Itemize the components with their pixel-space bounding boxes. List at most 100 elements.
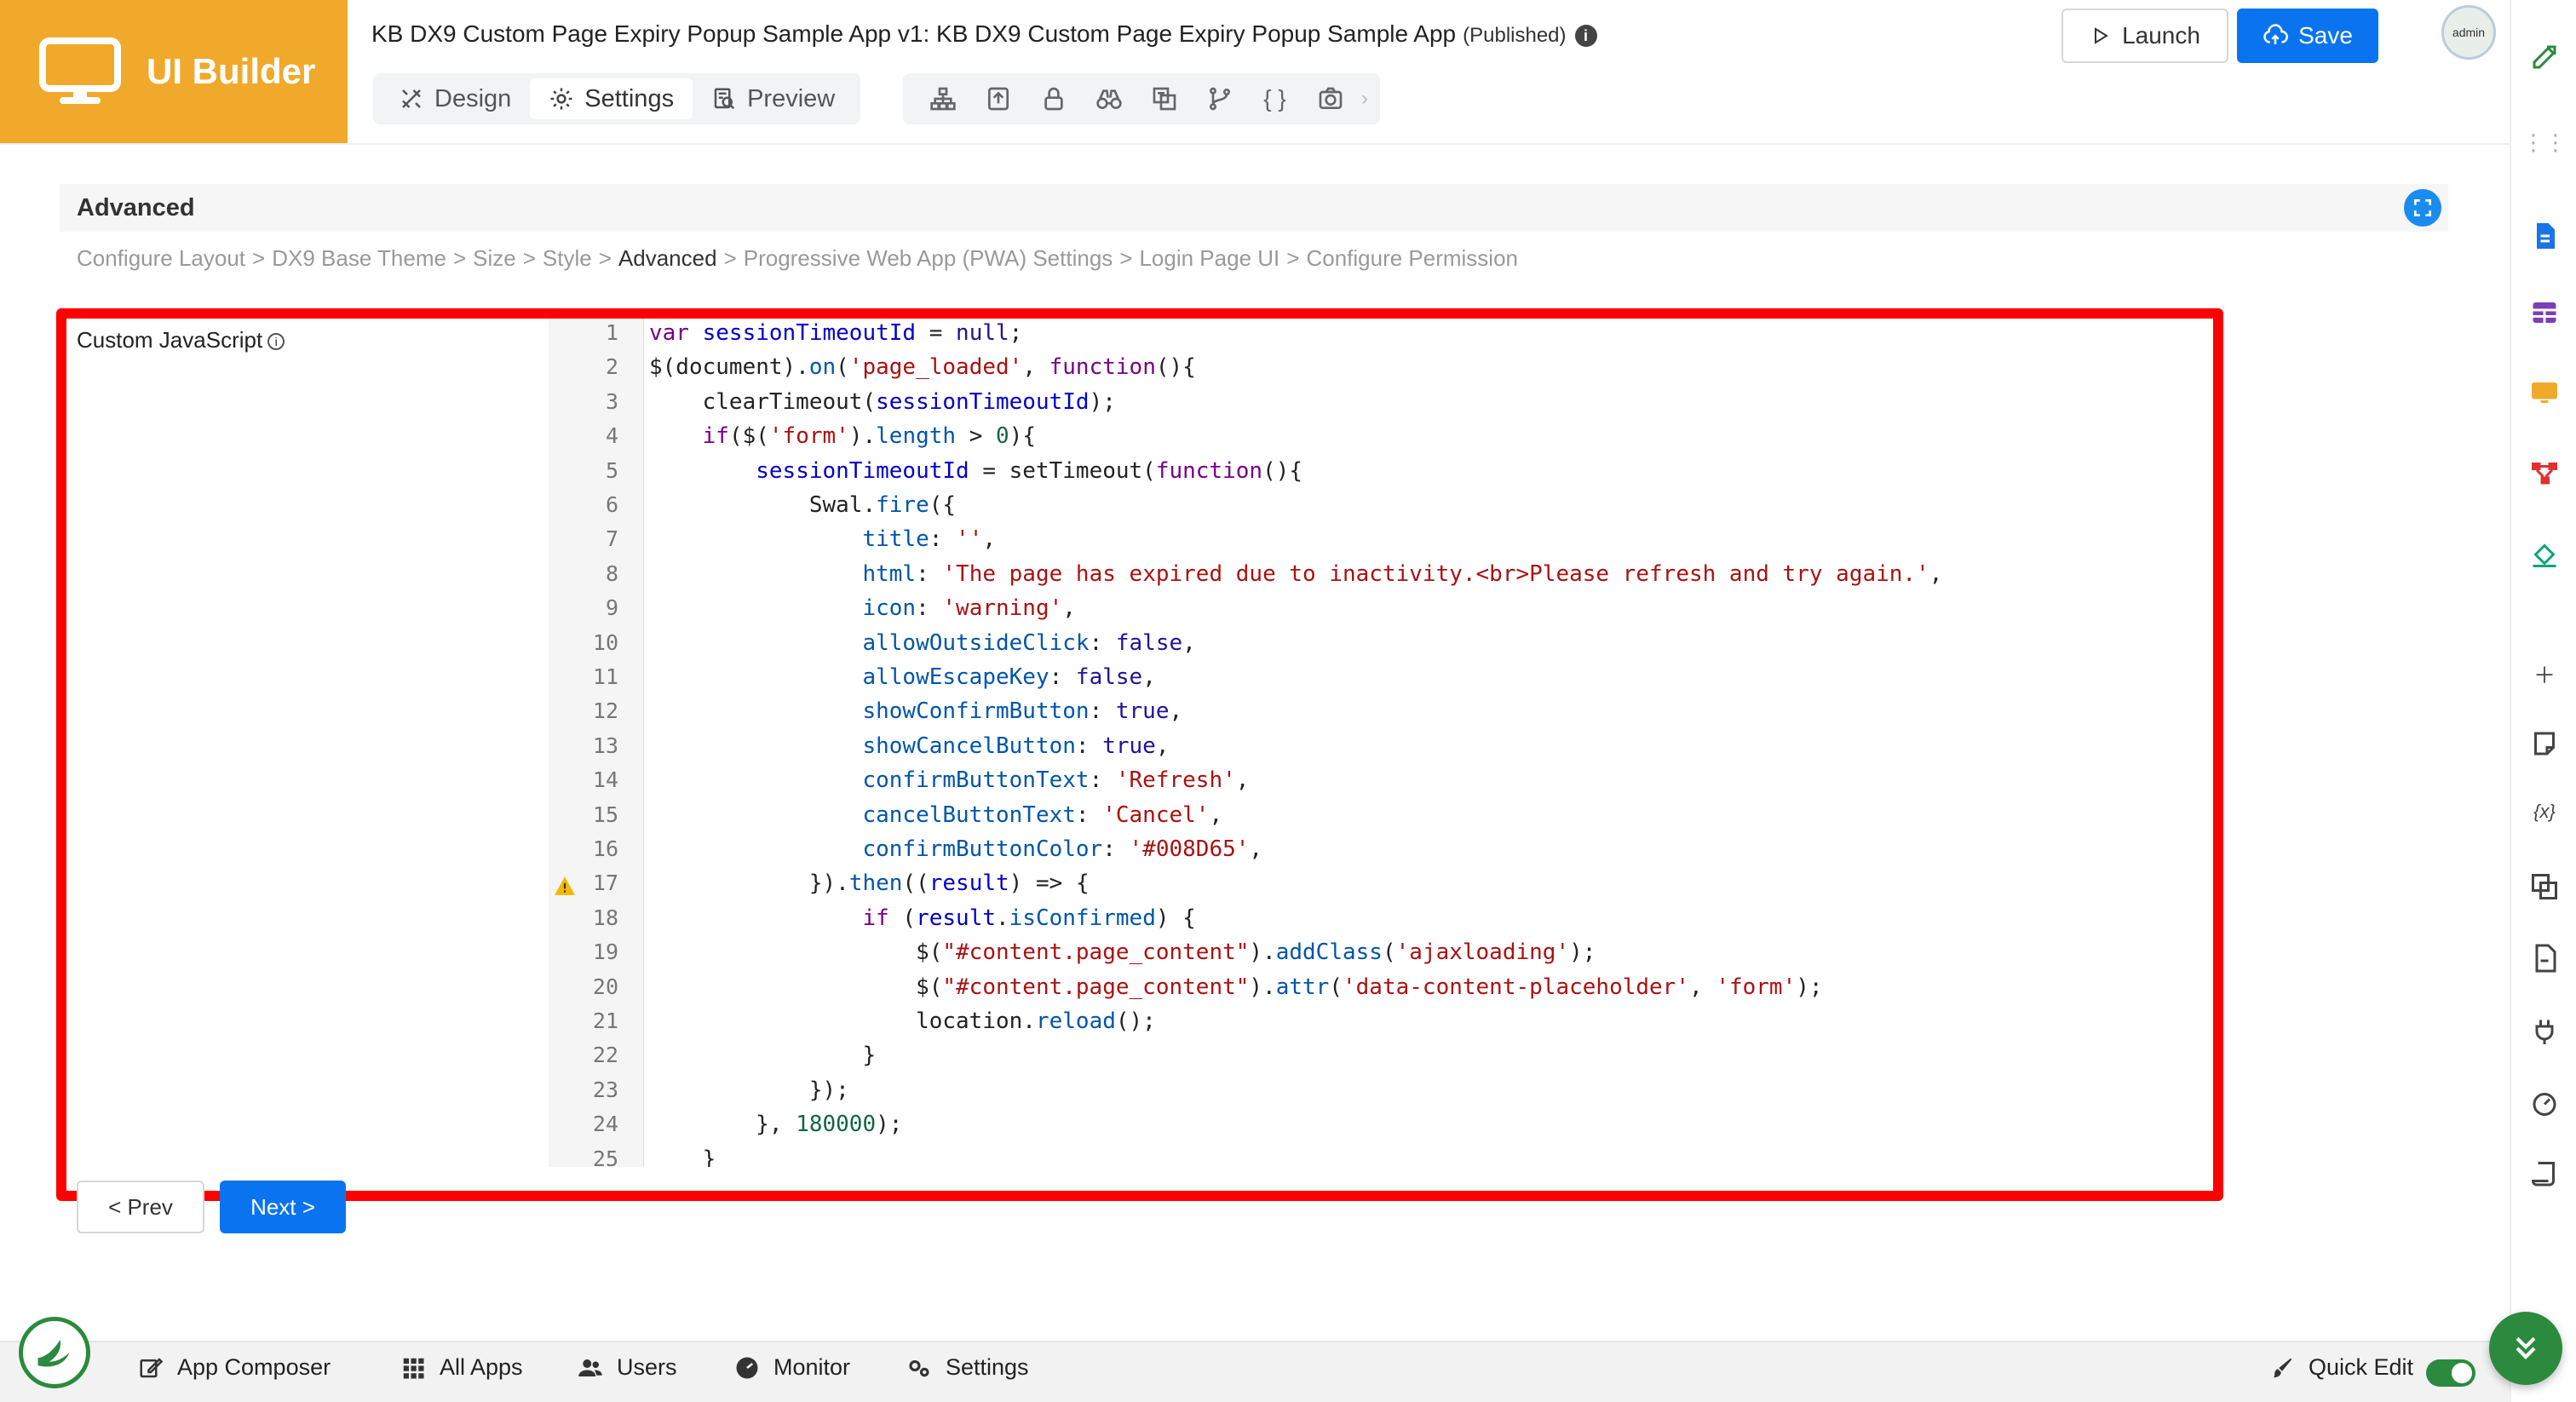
- bottom-nav-all-apps[interactable]: All Apps: [400, 1354, 523, 1381]
- breadcrumb-item[interactable]: DX9 Base Theme: [272, 245, 446, 271]
- line-number: 10: [592, 629, 618, 655]
- plug-icon[interactable]: [2527, 1014, 2562, 1049]
- launch-button[interactable]: Launch: [2061, 9, 2228, 63]
- translate-icon[interactable]: [2527, 869, 2562, 905]
- code-line[interactable]: sessionTimeoutId = setTimeout(function()…: [649, 458, 1302, 484]
- bottom-nav-label: All Apps: [440, 1354, 523, 1380]
- sitemap-button[interactable]: [915, 78, 970, 119]
- line-number: 7: [605, 526, 618, 552]
- lock-button[interactable]: [1026, 78, 1081, 119]
- breadcrumb-separator: >: [522, 245, 536, 271]
- quick-edit[interactable]: Quick Edit: [2269, 1354, 2413, 1381]
- translate-button[interactable]: [1136, 78, 1192, 119]
- drag-handle-icon[interactable]: ⋮⋮: [2522, 124, 2567, 160]
- code-line[interactable]: $("#content.page_content").addClass('aja…: [649, 939, 1596, 965]
- upload-button[interactable]: [970, 78, 1026, 119]
- field-label-text: Custom JavaScript: [77, 327, 263, 353]
- info-icon[interactable]: i: [1574, 24, 1597, 47]
- edit-page-icon[interactable]: [2527, 39, 2562, 75]
- bottom-nav-settings[interactable]: Settings: [906, 1354, 1029, 1381]
- breadcrumb-item[interactable]: Style: [543, 245, 592, 271]
- code-line[interactable]: showConfirmButton: true,: [649, 698, 1182, 724]
- branch-button[interactable]: [1192, 78, 1247, 119]
- code-line[interactable]: }: [649, 1043, 876, 1068]
- code-line[interactable]: html: 'The page has expired due to inact…: [649, 561, 1942, 587]
- code-editor[interactable]: 1 2 3 4 5 6 7 8 9 10 11 12 13 14 15 16 17 18 19 20 21 22 23 24 2…: [549, 319, 2211, 1167]
- code-line[interactable]: confirmButtonColor: '#008D65',: [649, 836, 1262, 862]
- tab-settings[interactable]: Settings: [530, 78, 693, 119]
- info-icon[interactable]: i: [267, 333, 285, 351]
- breadcrumb-item[interactable]: Login Page UI: [1139, 245, 1279, 271]
- line-number: 18: [592, 905, 618, 930]
- code-line[interactable]: cancelButtonText: 'Cancel',: [649, 802, 1222, 828]
- monitor-icon[interactable]: [2527, 375, 2562, 411]
- line-number: 3: [605, 388, 618, 414]
- prev-button[interactable]: < Prev: [77, 1181, 204, 1233]
- bottom-nav-app-composer[interactable]: App Composer: [138, 1354, 331, 1381]
- line-number: 23: [592, 1077, 618, 1102]
- tab-design[interactable]: Design: [380, 78, 530, 119]
- code-braces-button[interactable]: { }: [1247, 78, 1302, 119]
- document-icon[interactable]: [2527, 218, 2562, 254]
- variable-icon[interactable]: {x}: [2527, 794, 2562, 830]
- workflow-icon[interactable]: [2527, 455, 2562, 491]
- code-line[interactable]: confirmButtonText: 'Refresh',: [649, 767, 1249, 793]
- line-number: 20: [592, 974, 618, 999]
- code-line[interactable]: }, 180000);: [649, 1112, 902, 1137]
- code-line[interactable]: });: [649, 1077, 849, 1103]
- collapse-fab[interactable]: [2489, 1312, 2562, 1385]
- binoculars-button[interactable]: [1081, 78, 1136, 119]
- quick-edit-toggle[interactable]: [2426, 1359, 2475, 1387]
- breadcrumb-separator: >: [1119, 245, 1133, 271]
- code-line[interactable]: if($('form').length > 0){: [649, 423, 1036, 449]
- breadcrumb-item[interactable]: Configure Permission: [1306, 245, 1518, 271]
- line-number: 12: [592, 698, 618, 724]
- code-line[interactable]: }).then((result) => {: [649, 871, 1090, 896]
- line-number: 2: [605, 354, 618, 380]
- code-line[interactable]: if (result.isConfirmed) {: [649, 905, 1195, 931]
- section-title: Advanced: [60, 184, 2448, 232]
- breadcrumb-separator: >: [598, 245, 612, 271]
- breadcrumb-item[interactable]: Advanced: [618, 245, 717, 271]
- warning-icon[interactable]: [554, 876, 576, 896]
- toolbar-scroll-right-icon[interactable]: ›: [1361, 87, 1368, 111]
- code-line[interactable]: allowOutsideClick: false,: [649, 630, 1195, 656]
- code-line[interactable]: location.reload();: [649, 1008, 1156, 1034]
- code-line[interactable]: $(document).on('page_loaded', function()…: [649, 354, 1196, 380]
- file-icon[interactable]: [2527, 940, 2562, 976]
- screenshot-button[interactable]: [1302, 78, 1358, 119]
- bottom-nav-monitor[interactable]: Monitor: [734, 1354, 850, 1381]
- save-button[interactable]: Save: [2237, 9, 2378, 63]
- preview-icon: [714, 88, 735, 110]
- mode-tabs: Design Settings Preview: [373, 73, 861, 124]
- code-line[interactable]: icon: 'warning',: [649, 595, 1075, 621]
- breadcrumb-separator: >: [1286, 245, 1300, 271]
- company-logo[interactable]: [19, 1317, 90, 1388]
- breadcrumb-item[interactable]: Size: [473, 245, 516, 271]
- code-line[interactable]: showCancelButton: true,: [649, 733, 1169, 759]
- bottom-nav-label: Users: [617, 1354, 677, 1380]
- line-number: 1: [605, 320, 618, 345]
- user-avatar[interactable]: admin: [2441, 5, 2496, 60]
- fullscreen-icon[interactable]: [2404, 189, 2441, 227]
- code-line[interactable]: }: [649, 1146, 716, 1167]
- table-icon[interactable]: [2527, 295, 2562, 330]
- tab-preview[interactable]: Preview: [693, 78, 854, 119]
- breadcrumb-item[interactable]: Progressive Web App (PWA) Settings: [744, 245, 1113, 271]
- next-button[interactable]: Next >: [220, 1181, 346, 1233]
- code-line[interactable]: var sessionTimeoutId = null;: [649, 320, 1022, 346]
- code-line[interactable]: clearTimeout(sessionTimeoutId);: [649, 389, 1116, 415]
- breadcrumb-separator: >: [452, 245, 467, 271]
- bottom-nav-users[interactable]: Users: [578, 1354, 677, 1381]
- plus-icon[interactable]: ＋: [2527, 656, 2562, 692]
- design-tools-icon: [402, 89, 421, 108]
- scroll-icon[interactable]: [2527, 1157, 2562, 1192]
- code-line[interactable]: title: '',: [649, 526, 996, 552]
- breadcrumb-item[interactable]: Configure Layout: [77, 245, 245, 271]
- paint-bucket-icon[interactable]: [2527, 537, 2562, 572]
- code-line[interactable]: Swal.fire({: [649, 492, 956, 518]
- code-line[interactable]: allowEscapeKey: false,: [649, 664, 1155, 690]
- note-icon[interactable]: [2527, 726, 2562, 761]
- gauge-icon[interactable]: [2527, 1085, 2562, 1121]
- code-line[interactable]: $("#content.page_content").attr('data-co…: [649, 974, 1822, 1000]
